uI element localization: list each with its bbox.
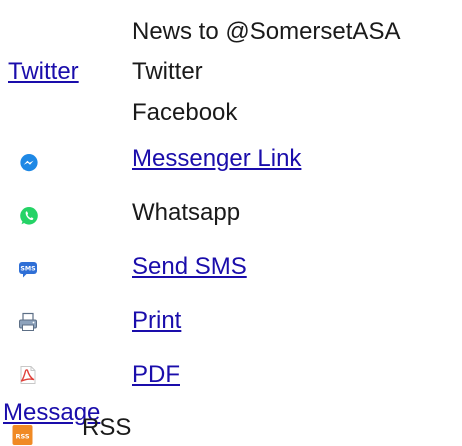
printer-icon [19, 312, 37, 331]
news-to-label: News to @SomersetASA [132, 18, 401, 45]
rss-icon-text: RSS [15, 433, 29, 441]
sms-icon: SMS [19, 262, 37, 278]
facebook-label: Facebook [132, 99, 238, 126]
send-sms-link[interactable]: Send SMS [132, 253, 247, 281]
whatsapp-label: Whatsapp [132, 199, 241, 226]
messenger-icon [20, 154, 38, 172]
print-link[interactable]: Print [132, 307, 181, 335]
messenger-link[interactable]: Messenger Link [132, 145, 301, 173]
twitter-link[interactable]: Twitter [8, 58, 79, 86]
pdf-link[interactable]: PDF [132, 361, 180, 389]
sms-icon-text: SMS [20, 266, 36, 273]
pdf-icon [20, 366, 36, 384]
rss-label: RSS [82, 414, 132, 441]
rss-icon: RSS [12, 425, 33, 445]
whatsapp-icon [20, 207, 38, 225]
twitter-label: Twitter [132, 58, 203, 85]
